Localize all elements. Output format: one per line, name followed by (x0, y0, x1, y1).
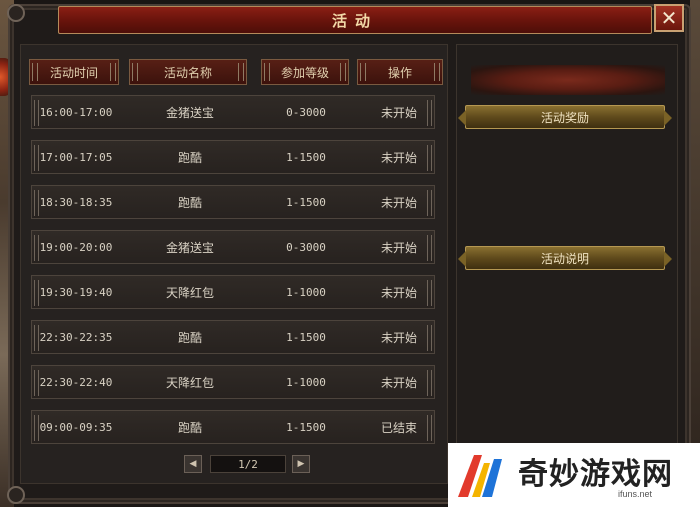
decor-banner (471, 65, 665, 95)
row-time: 19:30-19:40 (39, 285, 113, 299)
row-level: 1-1000 (286, 375, 326, 389)
activity-description-tab[interactable]: 活动说明 (458, 246, 672, 270)
title-bar: 活动 (58, 6, 652, 34)
row-name: 跑酷 (177, 195, 202, 210)
watermark: 奇妙游戏网 ifuns.net (448, 443, 700, 507)
row-level: 1-1500 (286, 195, 326, 209)
row-status[interactable]: 未开始 (358, 141, 440, 173)
row-name: 跑酷 (177, 150, 202, 165)
pagination: ◀ 1/2 ▶ (184, 455, 314, 475)
page-indicator: 1/2 (210, 455, 286, 473)
row-name: 天降红包 (165, 285, 214, 300)
row-name: 天降红包 (165, 375, 214, 390)
triangle-right-icon: ▶ (297, 459, 305, 469)
row-level: 1-1500 (286, 420, 326, 434)
header-level: 参加等级 (261, 59, 349, 85)
close-button[interactable]: ✕ (654, 4, 684, 32)
row-level: 1-1500 (286, 150, 326, 164)
row-status[interactable]: 未开始 (358, 366, 440, 398)
header-action: 操作 (357, 59, 443, 85)
table-row[interactable]: 22:30-22:40 天降红包 1-1000 未开始 (31, 365, 435, 399)
row-level: 1-1000 (286, 285, 326, 299)
row-level: 0-3000 (286, 240, 326, 254)
corner-ornament (7, 486, 25, 504)
close-icon: ✕ (660, 6, 678, 30)
table-row[interactable]: 16:00-17:00 金猪送宝 0-3000 未开始 (31, 95, 435, 129)
header-time: 活动时间 (29, 59, 119, 85)
row-time: 22:30-22:40 (39, 375, 113, 389)
table-row[interactable]: 09:00-09:35 跑酷 1-1500 已结束 (31, 410, 435, 444)
row-name: 金猪送宝 (165, 105, 214, 120)
prev-page-button[interactable]: ◀ (184, 455, 202, 473)
row-status[interactable]: 未开始 (358, 231, 440, 263)
row-time: 18:30-18:35 (39, 195, 113, 209)
row-level: 1-1500 (286, 330, 326, 344)
row-time: 16:00-17:00 (39, 105, 113, 119)
row-level: 0-3000 (286, 105, 326, 119)
brand-logo-icon (458, 455, 502, 497)
row-time: 09:00-09:35 (39, 420, 113, 434)
table-row[interactable]: 22:30-22:35 跑酷 1-1500 未开始 (31, 320, 435, 354)
row-status[interactable]: 未开始 (358, 186, 440, 218)
row-time: 17:00-17:05 (39, 150, 113, 164)
row-time: 22:30-22:35 (39, 330, 113, 344)
table-row[interactable]: 18:30-18:35 跑酷 1-1500 未开始 (31, 185, 435, 219)
row-name: 金猪送宝 (165, 240, 214, 255)
header-name: 活动名称 (129, 59, 247, 85)
activity-detail-panel: 活动奖励 活动说明 (456, 44, 678, 484)
table-row[interactable]: 17:00-17:05 跑酷 1-1500 未开始 (31, 140, 435, 174)
table-row[interactable]: 19:00-20:00 金猪送宝 0-3000 未开始 (31, 230, 435, 264)
row-status[interactable]: 未开始 (358, 96, 440, 128)
triangle-left-icon: ◀ (189, 459, 197, 469)
next-page-button[interactable]: ▶ (292, 455, 310, 473)
row-time: 19:00-20:00 (39, 240, 113, 254)
window-title: 活动 (331, 11, 378, 30)
watermark-url: ifuns.net (618, 489, 653, 499)
row-name: 跑酷 (177, 330, 202, 345)
watermark-brand: 奇妙游戏网 (518, 457, 673, 492)
table-row[interactable]: 19:30-19:40 天降红包 1-1000 未开始 (31, 275, 435, 309)
row-status[interactable]: 已结束 (358, 411, 440, 443)
activity-reward-tab[interactable]: 活动奖励 (458, 105, 672, 129)
row-name: 跑酷 (177, 420, 202, 435)
row-status[interactable]: 未开始 (358, 321, 440, 353)
background-scene-right (690, 0, 700, 507)
activity-list-panel: 活动时间 活动名称 参加等级 操作 16:00-17:00 金猪送宝 0-300… (20, 44, 448, 484)
corner-ornament (7, 4, 25, 22)
row-status[interactable]: 未开始 (358, 276, 440, 308)
